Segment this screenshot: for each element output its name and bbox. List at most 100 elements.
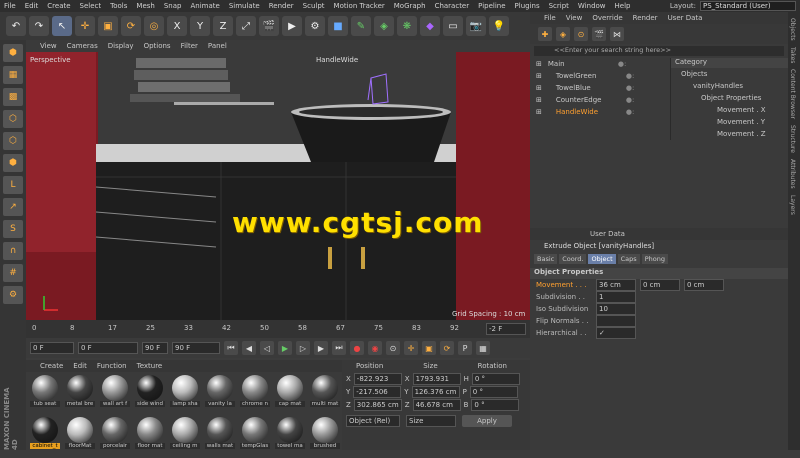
axis-mode-icon[interactable]: L <box>3 176 23 194</box>
menu-motion-tracker[interactable]: Motion Tracker <box>334 2 385 10</box>
layout-dropdown[interactable]: PS_Standard (User) <box>700 1 796 11</box>
visibility-dot-icon[interactable]: ●: <box>618 60 626 68</box>
material-menu-function[interactable]: Function <box>97 362 127 370</box>
menu-help[interactable]: Help <box>615 2 631 10</box>
timeline-end-field[interactable]: -2 F <box>486 323 526 335</box>
rot-key-icon[interactable]: ⟳ <box>440 341 454 355</box>
array-icon[interactable]: ❋ <box>397 16 417 36</box>
coord-size-field[interactable]: 46.678 cm <box>412 399 461 411</box>
coord-position-field[interactable]: -822.923 cm <box>353 373 402 394</box>
pos-key-icon[interactable]: ✛ <box>404 341 418 355</box>
menu-file[interactable]: File <box>4 2 16 10</box>
link-icon[interactable]: ⋈ <box>610 27 624 41</box>
side-tab-attributes[interactable]: Attributes <box>789 159 796 189</box>
y-axis-icon[interactable]: Y <box>190 16 210 36</box>
coord-size-field[interactable]: 1793.931 cm <box>412 373 461 394</box>
viewport-menu-display[interactable]: Display <box>108 42 134 50</box>
menu-plugins[interactable]: Plugins <box>515 2 540 10</box>
add-tag-icon[interactable]: ◈ <box>556 27 570 41</box>
light-icon[interactable]: 💡 <box>489 16 509 36</box>
object-row[interactable]: ⊞ Main ●: <box>530 58 670 70</box>
coord-mode-dropdown[interactable]: Object (Rel) <box>346 415 400 427</box>
rotate-tool-icon[interactable]: ⟳ <box>121 16 141 36</box>
attr-tab-basic[interactable]: Basic <box>534 254 558 264</box>
keyframe-icon[interactable]: ⊙ <box>386 341 400 355</box>
viewport-menu-cameras[interactable]: Cameras <box>67 42 98 50</box>
apply-button[interactable]: Apply <box>462 415 512 427</box>
material-swatch[interactable]: multi mat <box>310 375 340 413</box>
viewport-menu-panel[interactable]: Panel <box>208 42 227 50</box>
render-view-icon[interactable]: 🎬 <box>259 16 279 36</box>
render-icon[interactable]: 🎬 <box>592 27 606 41</box>
attr-property-field[interactable]: 1 <box>596 291 636 303</box>
visibility-dot-icon[interactable]: ●: <box>626 72 634 80</box>
material-swatch[interactable]: walls mat <box>205 417 235 455</box>
menu-character[interactable]: Character <box>435 2 470 10</box>
texture-mode-icon[interactable]: ▩ <box>3 88 23 106</box>
floor-icon[interactable]: ▭ <box>443 16 463 36</box>
scale-key-icon[interactable]: ▣ <box>422 341 436 355</box>
attr-property-field[interactable]: 0 cm <box>640 279 680 291</box>
redo-icon[interactable]: ↷ <box>29 16 49 36</box>
category-row[interactable]: Movement . X <box>671 104 788 116</box>
timeline-ruler[interactable]: 0 8 17 25 33 42 50 58 67 75 83 92 -2 F <box>26 320 530 338</box>
object-search-input[interactable]: <<Enter your search string here>> <box>534 46 784 56</box>
next-key-icon[interactable]: ▶ <box>314 341 328 355</box>
attr-tab-caps[interactable]: Caps <box>617 254 640 264</box>
object-row[interactable]: ⊞ TowelGreen ●: <box>530 70 670 82</box>
prev-key-icon[interactable]: ◀ <box>242 341 256 355</box>
prev-frame-icon[interactable]: ◁ <box>260 341 274 355</box>
end-frame-field[interactable]: 90 F <box>142 342 168 354</box>
attr-property-field[interactable] <box>596 315 636 327</box>
side-tab-content-browser[interactable]: Content Browser <box>789 69 796 119</box>
side-tab-objects[interactable]: Objects <box>789 18 796 41</box>
scale-tool-icon[interactable]: ▣ <box>98 16 118 36</box>
viewport-menu-filter[interactable]: Filter <box>181 42 198 50</box>
coord-size-field[interactable]: 126.376 cm <box>411 386 460 398</box>
menu-mesh[interactable]: Mesh <box>136 2 154 10</box>
object-menu-view[interactable]: View <box>566 14 583 22</box>
points-mode-icon[interactable]: ⬡ <box>3 110 23 128</box>
move-tool-icon[interactable]: ✛ <box>75 16 95 36</box>
menu-script[interactable]: Script <box>549 2 569 10</box>
attr-menu-userdata[interactable]: User Data <box>590 230 625 238</box>
material-swatch[interactable]: cap mat <box>275 375 305 413</box>
material-swatch[interactable]: floor mat <box>135 417 165 455</box>
category-row[interactable]: vanityHandles <box>671 80 788 92</box>
menu-sculpt[interactable]: Sculpt <box>303 2 325 10</box>
material-swatch[interactable]: wall art f <box>100 375 130 413</box>
snap-icon[interactable]: S <box>3 220 23 238</box>
object-menu-user-data[interactable]: User Data <box>668 14 703 22</box>
material-menu-edit[interactable]: Edit <box>73 362 87 370</box>
record-icon[interactable]: ● <box>350 341 364 355</box>
end-frame-field-2[interactable]: 90 F <box>172 342 220 354</box>
select-tool-icon[interactable]: ↖ <box>52 16 72 36</box>
deformer-icon[interactable]: ◆ <box>420 16 440 36</box>
pen-icon[interactable]: ✎ <box>351 16 371 36</box>
object-menu-override[interactable]: Override <box>592 14 622 22</box>
menu-tools[interactable]: Tools <box>110 2 127 10</box>
attr-tab-phong[interactable]: Phong <box>641 254 668 264</box>
category-row[interactable]: Objects <box>671 68 788 80</box>
camera-icon[interactable]: 📷 <box>466 16 486 36</box>
filter-icon[interactable]: ⊙ <box>574 27 588 41</box>
side-tab-layers[interactable]: Layers <box>789 195 796 215</box>
render-settings-icon[interactable]: ⚙ <box>305 16 325 36</box>
material-menu-create[interactable]: Create <box>40 362 63 370</box>
material-swatch[interactable]: floorMat <box>65 417 95 455</box>
material-swatch[interactable]: towel ma <box>275 417 305 455</box>
menu-select[interactable]: Select <box>80 2 102 10</box>
menu-animate[interactable]: Animate <box>190 2 219 10</box>
object-row[interactable]: ⊞ CounterEdge ●: <box>530 94 670 106</box>
attr-property-field[interactable]: 0 cm <box>684 279 724 291</box>
viewport-menu-options[interactable]: Options <box>144 42 171 50</box>
category-row[interactable]: Movement . Y <box>671 116 788 128</box>
material-menu-texture[interactable]: Texture <box>137 362 163 370</box>
menu-mograph[interactable]: MoGraph <box>394 2 426 10</box>
side-tab-structure[interactable]: Structure <box>789 125 796 153</box>
undo-icon[interactable]: ↶ <box>6 16 26 36</box>
coord-system-icon[interactable]: ⤢ <box>236 16 256 36</box>
material-swatch[interactable]: tub seat <box>30 375 60 413</box>
object-menu-file[interactable]: File <box>544 14 556 22</box>
edges-mode-icon[interactable]: ⬡ <box>3 132 23 150</box>
